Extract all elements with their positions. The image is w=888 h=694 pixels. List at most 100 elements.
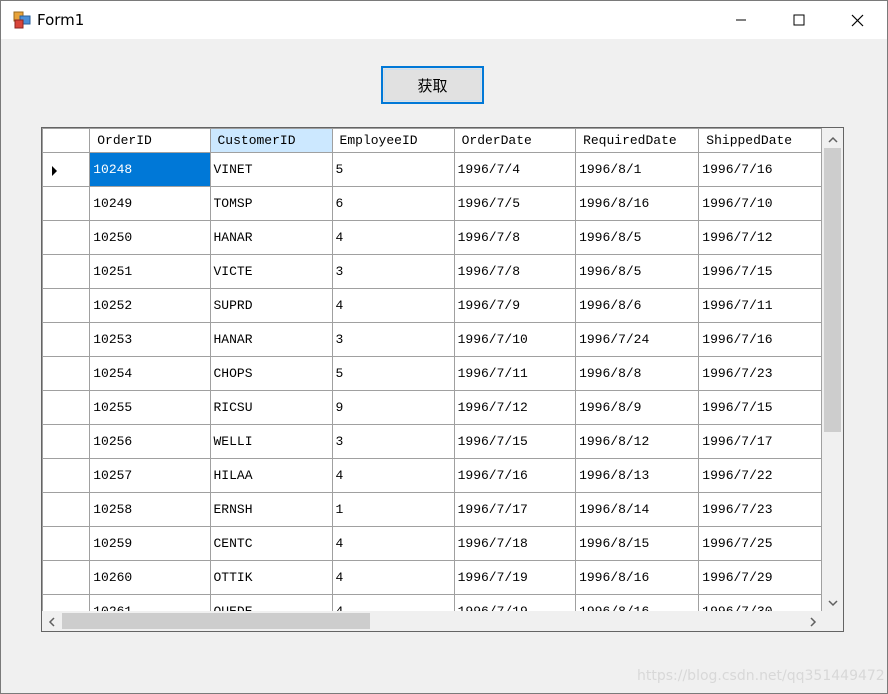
grid-cell-shippeddate[interactable]: 1996/7/23 (698, 492, 822, 527)
grid-cell-orderdate[interactable]: 1996/7/18 (453, 526, 577, 561)
column-header-requireddate[interactable]: RequiredDate (575, 128, 700, 153)
grid-cell-employeeid[interactable]: 4 (331, 526, 455, 561)
row-header[interactable] (42, 186, 91, 221)
grid-cell-orderdate[interactable]: 1996/7/19 (453, 594, 577, 611)
grid-cell-requireddate[interactable]: 1996/8/13 (575, 458, 700, 493)
table-row[interactable]: 10252 SUPRD 4 1996/7/9 1996/8/6 1996/7/11 (42, 288, 822, 323)
grid-cell-requireddate[interactable]: 1996/8/16 (575, 594, 700, 611)
row-header[interactable] (42, 288, 91, 323)
grid-cell-requireddate[interactable]: 1996/8/9 (575, 390, 700, 425)
column-header-employeeid[interactable]: EmployeeID (331, 128, 455, 153)
table-row[interactable]: 10250 HANAR 4 1996/7/8 1996/8/5 1996/7/12 (42, 220, 822, 255)
grid-cell-employeeid[interactable]: 3 (331, 322, 455, 357)
grid-cell-customerid[interactable]: OTTIK (209, 560, 333, 595)
grid-cell-customerid[interactable]: ERNSH (209, 492, 333, 527)
get-data-button[interactable]: 获取 (381, 66, 484, 104)
grid-cell-orderid[interactable]: 10251 (89, 254, 211, 289)
grid-cell-orderid[interactable]: 10260 (89, 560, 211, 595)
grid-cell-shippeddate[interactable]: 1996/7/11 (698, 288, 822, 323)
grid-cell-customerid[interactable]: QUEDE (209, 594, 333, 611)
scroll-right-button[interactable] (804, 611, 822, 631)
table-row[interactable]: 10249 TOMSP 6 1996/7/5 1996/8/16 1996/7/10 (42, 186, 822, 221)
grid-cell-orderid[interactable]: 10249 (89, 186, 211, 221)
grid-cell-shippeddate[interactable]: 1996/7/15 (698, 390, 822, 425)
row-header[interactable] (42, 458, 91, 493)
grid-cell-shippeddate[interactable]: 1996/7/30 (698, 594, 822, 611)
table-row[interactable]: 10258 ERNSH 1 1996/7/17 1996/8/14 1996/7/23 (42, 492, 822, 527)
grid-cell-orderdate[interactable]: 1996/7/10 (453, 322, 577, 357)
grid-cell-customerid[interactable]: SUPRD (209, 288, 333, 323)
grid-cell-shippeddate[interactable]: 1996/7/12 (698, 220, 822, 255)
close-button[interactable] (828, 1, 886, 39)
grid-cell-orderdate[interactable]: 1996/7/9 (453, 288, 577, 323)
grid-cell-orderid[interactable]: 10254 (89, 356, 211, 391)
grid-cell-orderdate[interactable]: 1996/7/19 (453, 560, 577, 595)
table-row[interactable]: 10255 RICSU 9 1996/7/12 1996/8/9 1996/7/15 (42, 390, 822, 425)
grid-cell-customerid[interactable]: CENTC (209, 526, 333, 561)
table-row[interactable]: 10259 CENTC 4 1996/7/18 1996/8/15 1996/7/25 (42, 526, 822, 561)
grid-cell-requireddate[interactable]: 1996/8/1 (575, 152, 700, 187)
column-header-shippeddate[interactable]: ShippedDate (698, 128, 822, 153)
grid-cell-shippeddate[interactable]: 1996/7/16 (698, 322, 822, 357)
grid-cell-orderid[interactable]: 10250 (89, 220, 211, 255)
minimize-button[interactable] (712, 1, 770, 39)
grid-cell-requireddate[interactable]: 1996/8/14 (575, 492, 700, 527)
row-header[interactable] (42, 390, 91, 425)
grid-cell-requireddate[interactable]: 1996/8/5 (575, 220, 700, 255)
grid-cell-orderid[interactable]: 10253 (89, 322, 211, 357)
vertical-scrollbar[interactable] (822, 128, 843, 611)
title-bar[interactable]: Form1 (1, 1, 887, 39)
row-header[interactable] (42, 254, 91, 289)
grid-cell-shippeddate[interactable]: 1996/7/22 (698, 458, 822, 493)
grid-cell-employeeid[interactable]: 5 (331, 152, 455, 187)
grid-cell-requireddate[interactable]: 1996/8/8 (575, 356, 700, 391)
grid-cell-orderdate[interactable]: 1996/7/17 (453, 492, 577, 527)
row-header[interactable] (42, 492, 91, 527)
grid-cell-orderid[interactable]: 10259 (89, 526, 211, 561)
grid-cell-customerid[interactable]: HILAA (209, 458, 333, 493)
grid-cell-orderdate[interactable]: 1996/7/15 (453, 424, 577, 459)
scroll-left-button[interactable] (42, 611, 60, 631)
grid-cell-customerid[interactable]: RICSU (209, 390, 333, 425)
maximize-button[interactable] (770, 1, 828, 39)
table-row[interactable]: 10256 WELLI 3 1996/7/15 1996/8/12 1996/7/17 (42, 424, 822, 459)
row-header[interactable] (42, 424, 91, 459)
grid-cell-requireddate[interactable]: 1996/8/12 (575, 424, 700, 459)
grid-cell-customerid[interactable]: VINET (209, 152, 333, 187)
grid-cell-requireddate[interactable]: 1996/8/6 (575, 288, 700, 323)
table-row[interactable]: 10260 OTTIK 4 1996/7/19 1996/8/16 1996/7/29 (42, 560, 822, 595)
grid-cell-employeeid[interactable]: 4 (331, 288, 455, 323)
grid-cell-orderid[interactable]: 10261 (89, 594, 211, 611)
row-header[interactable] (42, 356, 91, 391)
grid-cell-orderid[interactable]: 10256 (89, 424, 211, 459)
grid-cell-shippeddate[interactable]: 1996/7/25 (698, 526, 822, 561)
grid-cell-customerid[interactable]: WELLI (209, 424, 333, 459)
horizontal-scrollbar[interactable] (42, 611, 822, 631)
grid-cell-orderdate[interactable]: 1996/7/5 (453, 186, 577, 221)
table-row[interactable]: 10251 VICTE 3 1996/7/8 1996/8/5 1996/7/15 (42, 254, 822, 289)
row-header[interactable] (42, 220, 91, 255)
grid-cell-employeeid[interactable]: 5 (331, 356, 455, 391)
scroll-up-button[interactable] (822, 128, 843, 146)
grid-cell-orderdate[interactable]: 1996/7/11 (453, 356, 577, 391)
grid-cell-customerid[interactable]: CHOPS (209, 356, 333, 391)
grid-cell-requireddate[interactable]: 1996/8/5 (575, 254, 700, 289)
row-header[interactable] (42, 322, 91, 357)
grid-cell-employeeid[interactable]: 4 (331, 560, 455, 595)
grid-cell-requireddate[interactable]: 1996/8/16 (575, 560, 700, 595)
column-header-customerid[interactable]: CustomerID (209, 128, 333, 153)
vertical-scroll-thumb[interactable] (824, 148, 841, 432)
grid-cell-orderdate[interactable]: 1996/7/8 (453, 254, 577, 289)
grid-cell-orderdate[interactable]: 1996/7/8 (453, 220, 577, 255)
row-header[interactable] (42, 594, 91, 611)
winforms-app-icon[interactable] (13, 11, 31, 29)
grid-cell-shippeddate[interactable]: 1996/7/23 (698, 356, 822, 391)
grid-cell-customerid[interactable]: TOMSP (209, 186, 333, 221)
row-header[interactable] (42, 560, 91, 595)
grid-cell-orderid[interactable]: 10255 (89, 390, 211, 425)
grid-cell-orderid[interactable]: 10248 (89, 152, 211, 187)
table-row[interactable]: 10253 HANAR 3 1996/7/10 1996/7/24 1996/7/16 (42, 322, 822, 357)
grid-cell-shippeddate[interactable]: 1996/7/10 (698, 186, 822, 221)
grid-cell-employeeid[interactable]: 4 (331, 594, 455, 611)
grid-cell-orderid[interactable]: 10257 (89, 458, 211, 493)
